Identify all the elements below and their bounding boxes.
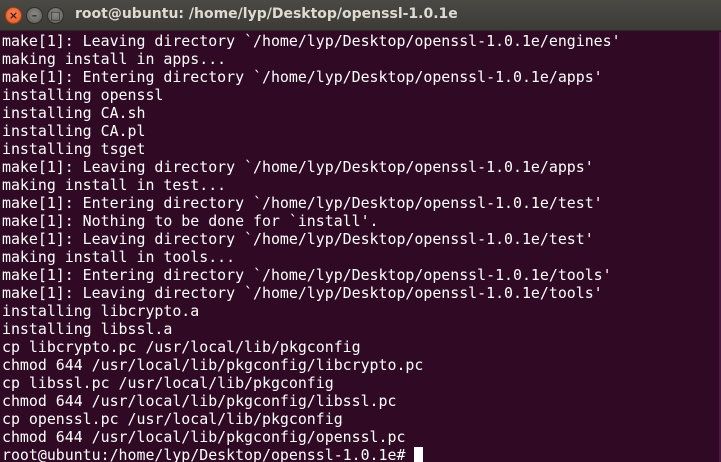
terminal-line: chmod 644 /usr/local/lib/pkgconfig/opens… (2, 428, 406, 446)
minimize-button[interactable]: – (26, 7, 43, 24)
prompt-line[interactable]: root@ubuntu:/home/lyp/Desktop/openssl-1.… (2, 446, 721, 462)
maximize-button[interactable]: □ (47, 7, 64, 24)
close-button[interactable]: × (5, 7, 22, 24)
terminal-output[interactable]: make[1]: Leaving directory `/home/lyp/De… (2, 32, 721, 462)
text-cursor (414, 447, 424, 462)
terminal-line: make[1]: Entering directory `/home/lyp/D… (2, 194, 603, 212)
terminal-window: × – □ root@ubuntu: /home/lyp/Desktop/ope… (0, 0, 721, 462)
terminal-line: installing libssl.a (2, 320, 173, 338)
title-bar[interactable]: × – □ root@ubuntu: /home/lyp/Desktop/ope… (0, 0, 721, 31)
terminal-line: make[1]: Leaving directory `/home/lyp/De… (2, 32, 621, 50)
minimize-icon: – (31, 9, 38, 22)
shell-prompt: root@ubuntu:/home/lyp/Desktop/openssl-1.… (2, 446, 406, 462)
terminal-line: installing openssl (2, 86, 164, 104)
terminal-line: cp libcrypto.pc /usr/local/lib/pkgconfig (2, 338, 361, 356)
terminal-line: cp openssl.pc /usr/local/lib/pkgconfig (2, 410, 343, 428)
terminal-line: make[1]: Leaving directory `/home/lyp/De… (2, 158, 594, 176)
terminal-line: installing tsget (2, 140, 146, 158)
terminal-line: cp libssl.pc /usr/local/lib/pkgconfig (2, 374, 334, 392)
terminal-line: chmod 644 /usr/local/lib/pkgconfig/libcr… (2, 356, 424, 374)
window-title: root@ubuntu: /home/lyp/Desktop/openssl-1… (75, 6, 458, 22)
terminal-line: installing libcrypto.a (2, 302, 200, 320)
terminal-line: making install in test... (2, 176, 227, 194)
terminal-line: installing CA.pl (2, 122, 146, 140)
terminal-line: chmod 644 /usr/local/lib/pkgconfig/libss… (2, 392, 397, 410)
terminal-line: make[1]: Leaving directory `/home/lyp/De… (2, 230, 594, 248)
terminal-line: make[1]: Entering directory `/home/lyp/D… (2, 68, 603, 86)
terminal-line: making install in tools... (2, 248, 236, 266)
close-icon: × (8, 9, 19, 22)
maximize-icon: □ (50, 9, 61, 22)
terminal-line: making install in apps... (2, 50, 227, 68)
terminal-line: make[1]: Nothing to be done for `install… (2, 212, 379, 230)
window-controls: × – □ (5, 7, 64, 24)
terminal-line: make[1]: Leaving directory `/home/lyp/De… (2, 284, 603, 302)
terminal-line: make[1]: Entering directory `/home/lyp/D… (2, 266, 612, 284)
terminal-line: installing CA.sh (2, 104, 146, 122)
